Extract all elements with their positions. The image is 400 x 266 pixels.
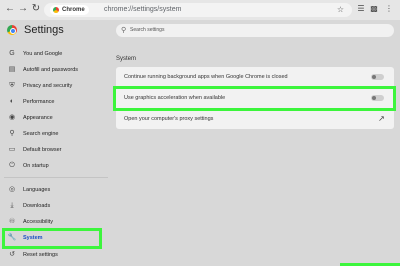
star-icon[interactable]: ☆ [337, 3, 344, 17]
site-chip[interactable]: Chrome [50, 5, 89, 15]
sidebar-item-default-browser[interactable]: ▭ Default browser [0, 143, 110, 157]
accessibility-icon: ♾ [8, 218, 16, 225]
sidebar-item-label: Performance [23, 99, 55, 105]
sidebar-item-downloads[interactable]: ⤓ Downloads [0, 199, 110, 213]
sidebar-item-autofill[interactable]: ▤ Autofill and passwords [0, 63, 110, 77]
sidebar-item-reset-settings[interactable]: ↺ Reset settings [0, 248, 110, 262]
reload-icon[interactable]: ↻ [30, 3, 42, 15]
system-item-highlight [2, 228, 102, 249]
graphics-acceleration-highlight [113, 86, 396, 111]
forward-arrow-icon[interactable]: → [17, 3, 29, 15]
sidebar-item-search-engine[interactable]: ⚲ Search engine [0, 127, 110, 141]
sidebar-item-label: Default browser [23, 147, 62, 153]
search-placeholder: Search settings [130, 27, 165, 33]
chrome-icon [53, 7, 59, 13]
search-icon: ⚲ [121, 27, 127, 34]
background-apps-toggle[interactable] [371, 74, 384, 80]
proxy-settings-row[interactable]: Open your computer's proxy settings ↗ [116, 109, 394, 129]
shield-icon: ⛨ [9, 82, 15, 89]
url-text: chrome://settings/system [104, 6, 182, 13]
browser-toolbar: ← → ↻ Chrome chrome://settings/system ☆ … [0, 0, 400, 20]
menu-icon[interactable]: ⋮ [384, 4, 394, 14]
search-input[interactable]: ⚲ Search settings [116, 24, 394, 37]
toggle-knob [372, 75, 376, 79]
browser-icon: ▭ [8, 146, 16, 153]
globe-icon: ◎ [8, 186, 16, 193]
download-icon: ⤓ [10, 202, 14, 209]
google-g-icon: G [9, 50, 15, 57]
reset-icon: ↺ [9, 251, 15, 258]
palette-icon: ◉ [8, 114, 16, 121]
power-icon: ⏻ [9, 162, 15, 169]
sidebar-item-you-and-google[interactable]: G You and Google [0, 47, 110, 61]
row-label: Open your computer's proxy settings [124, 116, 214, 122]
search-icon: ⚲ [9, 130, 15, 137]
sidebar-item-privacy[interactable]: ⛨ Privacy and security [0, 79, 110, 93]
sidebar-item-label: Appearance [23, 115, 53, 121]
page-title: Settings [24, 24, 64, 36]
external-link-icon[interactable]: ↗ [377, 114, 386, 123]
extension-icon[interactable]: ☰ [356, 4, 366, 14]
sidebar-item-label: Languages [23, 187, 51, 193]
back-arrow-icon[interactable]: ← [4, 3, 16, 15]
speedometer-icon: ◐ [9, 98, 15, 105]
sidebar-item-performance[interactable]: ◐ Performance [0, 95, 110, 109]
sidebar-item-accessibility[interactable]: ♾ Accessibility [0, 215, 110, 229]
sidebar-item-languages[interactable]: ◎ Languages [0, 183, 110, 197]
sidebar-item-label: Privacy and security [23, 83, 73, 89]
address-bar[interactable]: Chrome chrome://settings/system ☆ [44, 3, 352, 17]
sidebar-item-label: Reset settings [23, 252, 58, 258]
sidebar-item-label: Search engine [23, 131, 59, 137]
sidebar-item-label: Accessibility [23, 219, 53, 225]
site-chip-label: Chrome [62, 7, 85, 13]
sidebar-item-label: Downloads [23, 203, 51, 209]
clipboard-icon: ▤ [8, 66, 16, 73]
sidebar-item-label: You and Google [23, 51, 63, 57]
section-title: System [116, 56, 137, 62]
sidebar-item-label: On startup [23, 163, 49, 169]
sidebar-item-on-startup[interactable]: ⏻ On startup [0, 159, 110, 173]
sidebar-item-label: Autofill and passwords [23, 67, 79, 73]
sidebar-item-appearance[interactable]: ◉ Appearance [0, 111, 110, 125]
background-apps-row[interactable]: Continue running background apps when Go… [116, 67, 394, 87]
puzzle-icon[interactable]: ▩ [369, 4, 379, 14]
sidebar-divider [4, 177, 108, 178]
chrome-logo-icon [7, 25, 17, 35]
row-label: Continue running background apps when Go… [124, 74, 288, 80]
